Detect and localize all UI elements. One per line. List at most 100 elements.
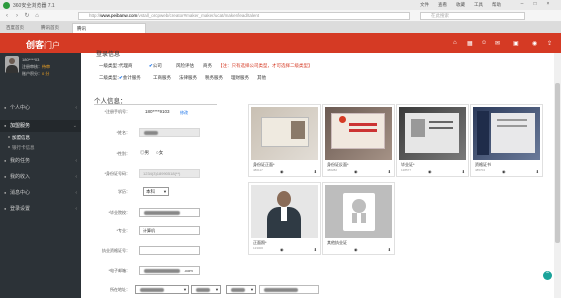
close-icon[interactable]: × (544, 1, 552, 8)
menu-view[interactable]: 查看 (438, 2, 447, 8)
chevron-left-icon: ‹ (75, 158, 77, 164)
avatar[interactable] (5, 56, 19, 73)
type2-option-finance[interactable]: 理财服务 (231, 75, 249, 81)
task-icon: ● (4, 158, 7, 163)
sidebar-item-messages[interactable]: ● 消息中心 ‹ (0, 187, 81, 199)
certificate-photo (473, 107, 540, 160)
download-icon[interactable]: ⬇ (462, 169, 465, 174)
sidebar-item-personal-center[interactable]: ● 个人中心 ‹ (0, 102, 81, 114)
brand-header: 创客门户 (0, 33, 81, 53)
menu-tools[interactable]: 工具 (474, 2, 483, 8)
other-license-card[interactable]: 其他执业证 ◉ ⬇ (322, 182, 395, 255)
district-select[interactable]: ▼ (226, 285, 256, 294)
sidebar-item-franchise[interactable]: ● 加盟服务 ⌄ (0, 120, 81, 132)
user-icon[interactable]: ☺ (481, 40, 487, 46)
camera-icon[interactable]: ◉ (354, 247, 358, 252)
qualification-field[interactable] (139, 246, 200, 255)
school-field[interactable] (139, 208, 200, 217)
home-icon[interactable]: ⌂ (453, 40, 457, 46)
idcard-field[interactable]: 1234(3)18990518(**) (139, 169, 200, 178)
type1-option-agent[interactable]: 代理商 (119, 63, 133, 69)
idcard-back-photo (325, 107, 392, 160)
street-field[interactable] (259, 285, 319, 294)
type2-option-business-reg[interactable]: 工商服务 (153, 75, 171, 81)
camera-icon[interactable]: ◉ (502, 169, 506, 174)
url-prefix: http:// (89, 13, 101, 18)
maximize-icon[interactable]: □ (531, 1, 539, 8)
address-bar[interactable]: http://www.peibanw.com/vstall_orcpweb/cr… (78, 12, 410, 20)
bell-icon[interactable]: ◉ (532, 40, 537, 47)
download-icon[interactable]: ⬇ (314, 169, 317, 174)
type1-option-risk[interactable]: 风险评估 (176, 63, 194, 69)
forward-icon[interactable]: › (13, 12, 21, 20)
diploma-sub: 128577 (401, 168, 412, 172)
idcard-back-card[interactable]: 身份证反面* 486282 ◉ ⬇ (322, 104, 395, 177)
email-field[interactable]: .com (139, 266, 200, 275)
browser-navbar: ‹ › ↻ ⌂ http://www.peibanw.com/vstall_or… (0, 10, 561, 22)
vertical-scrollbar[interactable] (554, 53, 561, 298)
certificate-sub: 485704 (475, 168, 486, 172)
scrollbar-thumb[interactable] (555, 83, 560, 243)
phone-edit-link[interactable]: 修改 (180, 110, 188, 116)
camera-icon[interactable]: ◉ (280, 169, 284, 174)
placeholder-certificate-icon (325, 185, 392, 238)
type2-option-accounting[interactable]: ✔会计服务 (119, 75, 141, 81)
tab-current[interactable]: 腾讯 (72, 23, 146, 33)
diploma-card[interactable]: 毕业证* 128577 ◉ ⬇ (396, 104, 469, 177)
mail-icon[interactable]: ✉ (495, 40, 500, 47)
major-field[interactable]: 计算机 (139, 226, 200, 235)
sidebar-sub-franchise-info[interactable]: 加盟信息 (0, 133, 81, 142)
portrait-card[interactable]: 正面照* 123006 ◉ ⬇ (248, 182, 321, 255)
download-icon[interactable]: ⬇ (388, 169, 391, 174)
type1-option-company[interactable]: ✔公司 (149, 63, 162, 69)
menu-favorites[interactable]: 收藏 (456, 2, 465, 8)
url-path: /vstall_orcpweb/creator#maker_maker/ucat… (137, 13, 260, 18)
sidebar-sub-bank-card[interactable]: 银行卡信息 (0, 143, 81, 152)
refresh-icon[interactable]: ↻ (23, 12, 31, 20)
idcard-front-card[interactable]: 身份证正面* 486117 ◉ ⬇ (248, 104, 321, 177)
chevron-down-icon: ▼ (215, 287, 219, 292)
menu-file[interactable]: 文件 (420, 2, 429, 8)
city-select[interactable]: ▼ (191, 285, 221, 294)
type1-option-business[interactable]: 商务 (203, 63, 212, 69)
chevron-down-icon: ▼ (163, 189, 167, 194)
type2-option-legal[interactable]: 法律服务 (179, 75, 197, 81)
home-icon[interactable]: ⌂ (33, 12, 41, 20)
handshake-icon: ● (4, 123, 7, 128)
camera-icon[interactable]: ◉ (354, 169, 358, 174)
tab-baidu[interactable]: 百度首页 (2, 23, 36, 33)
download-icon[interactable]: ⬇ (314, 247, 317, 252)
camera-icon[interactable]: ◉ (428, 169, 432, 174)
download-icon[interactable]: ⬇ (388, 247, 391, 252)
brand-logo[interactable]: 创客门户 (26, 38, 60, 51)
back-icon[interactable]: ‹ (3, 12, 11, 20)
sidebar-item-income[interactable]: ● 我的收入 ‹ (0, 171, 81, 183)
province-select[interactable]: ▼ (135, 285, 189, 294)
search-input[interactable]: 在此搜索 (420, 12, 525, 20)
email-suffix: .com (184, 268, 193, 273)
minimize-icon[interactable]: – (518, 1, 526, 8)
chevron-left-icon: ‹ (75, 206, 77, 212)
sidebar-item-tasks[interactable]: ● 我的任务 ‹ (0, 155, 81, 167)
print-icon[interactable]: ▣ (513, 40, 519, 47)
portrait-photo (251, 185, 318, 238)
gender-female-radio[interactable]: ○女 (156, 150, 163, 156)
gender-male-radio[interactable]: ◎男 (140, 150, 149, 156)
menu-help[interactable]: 帮助 (492, 2, 501, 8)
type2-option-tax[interactable]: 税务服务 (205, 75, 223, 81)
download-icon[interactable]: ⬇ (536, 169, 539, 174)
share-icon[interactable]: ⇪ (547, 40, 552, 47)
type2-option-other[interactable]: 其他 (257, 75, 266, 81)
camera-icon[interactable]: ◉ (280, 247, 284, 252)
sidebar-item-settings[interactable]: ● 登录设置 ‹ (0, 203, 81, 215)
tab-qq[interactable]: 腾讯首页 (37, 23, 71, 33)
scroll-top-button[interactable]: ⌃ (543, 271, 552, 280)
diploma-photo (399, 107, 466, 160)
grid-icon[interactable]: ▦ (467, 40, 473, 47)
certificate-card[interactable]: 资格证书 485704 ◉ ⬇ (470, 104, 543, 177)
qualification-label: 执业资格证号： (102, 248, 130, 253)
name-field[interactable] (139, 128, 200, 137)
education-select[interactable]: 本科 ▼ (143, 187, 169, 196)
sidebar: 创客门户 180****03 注册审核：待审 账户积分：0 分 ● 个人中心 ‹ ●… (0, 33, 81, 298)
main-content: 登录信息 一级类型： 代理商 ✔公司 风险评估 商务 【注：只有选择公司类型，才… (81, 52, 554, 298)
